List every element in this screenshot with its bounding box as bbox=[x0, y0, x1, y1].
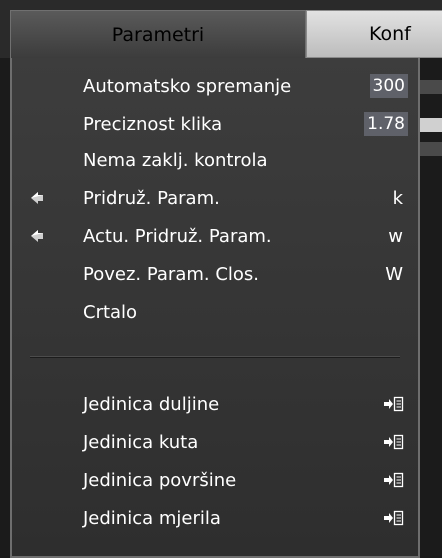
menu-item-label: Jedinica površine bbox=[83, 469, 237, 491]
menu-item-label: Pridruž. Param. bbox=[83, 187, 220, 209]
autosave-value-field[interactable]: 300 bbox=[369, 74, 408, 98]
menu-item-label: Nema zaklj. kontrola bbox=[83, 149, 268, 171]
menu-separator bbox=[30, 356, 400, 358]
click-precision-value-field[interactable]: 1.78 bbox=[364, 112, 408, 136]
menu-item-actu-pridruz-param[interactable]: Actu. Pridruž. Param. w bbox=[12, 220, 418, 252]
submenu-jedinica-povrsine[interactable]: Jedinica površine bbox=[12, 464, 418, 496]
shortcut-key: W bbox=[385, 263, 403, 285]
menu-item-label: Preciznost klika bbox=[83, 113, 223, 135]
background-panel-strip bbox=[420, 142, 442, 156]
background-panel-strip bbox=[420, 80, 442, 94]
tab-label: Konf bbox=[369, 23, 411, 45]
shortcut-key: w bbox=[388, 225, 403, 247]
menu-item-preciznost-klika[interactable]: Preciznost klika 1.78 bbox=[12, 108, 418, 140]
menu-item-label: Jedinica kuta bbox=[83, 431, 199, 453]
submenu-jedinica-kuta[interactable]: Jedinica kuta bbox=[12, 426, 418, 458]
menu-item-crtalo[interactable]: Crtalo bbox=[12, 296, 418, 328]
menu-item-label: Automatsko spremanje bbox=[83, 75, 292, 97]
tab-konf[interactable]: Konf bbox=[306, 10, 442, 58]
tab-parametri[interactable]: Parametri bbox=[10, 10, 306, 58]
menu-item-label: Jedinica mjerila bbox=[83, 507, 221, 529]
submenu-arrow-icon bbox=[384, 396, 404, 412]
submenu-arrow-icon bbox=[384, 510, 404, 526]
tab-label: Parametri bbox=[111, 23, 205, 46]
submenu-arrow-icon bbox=[384, 472, 404, 488]
pin-icon bbox=[31, 230, 43, 242]
shortcut-key: k bbox=[392, 187, 403, 209]
menu-item-label: Crtalo bbox=[83, 301, 138, 323]
submenu-jedinica-duljine[interactable]: Jedinica duljine bbox=[12, 388, 418, 420]
menu-item-label: Povez. Param. Clos. bbox=[83, 263, 260, 285]
app-window: Parametri Konf Automatsko spremanje 300 … bbox=[0, 0, 442, 558]
menu-item-povez-param-clos[interactable]: Povez. Param. Clos. W bbox=[12, 258, 418, 290]
submenu-jedinica-mjerila[interactable]: Jedinica mjerila bbox=[12, 502, 418, 534]
background-panel-strip bbox=[420, 118, 442, 132]
submenu-arrow-icon bbox=[384, 434, 404, 450]
menu-item-automatsko-spremanje[interactable]: Automatsko spremanje 300 bbox=[12, 70, 418, 102]
menubar: Parametri Konf bbox=[0, 0, 442, 58]
pin-icon bbox=[31, 192, 43, 204]
menu-item-label: Actu. Pridruž. Param. bbox=[83, 225, 272, 247]
parametri-dropdown-menu: Automatsko spremanje 300 Preciznost klik… bbox=[10, 58, 420, 558]
menu-item-pridruz-param[interactable]: Pridruž. Param. k bbox=[12, 182, 418, 214]
menu-item-nema-zaklj-kontrola[interactable]: Nema zaklj. kontrola bbox=[12, 144, 418, 176]
menu-item-label: Jedinica duljine bbox=[83, 393, 220, 415]
